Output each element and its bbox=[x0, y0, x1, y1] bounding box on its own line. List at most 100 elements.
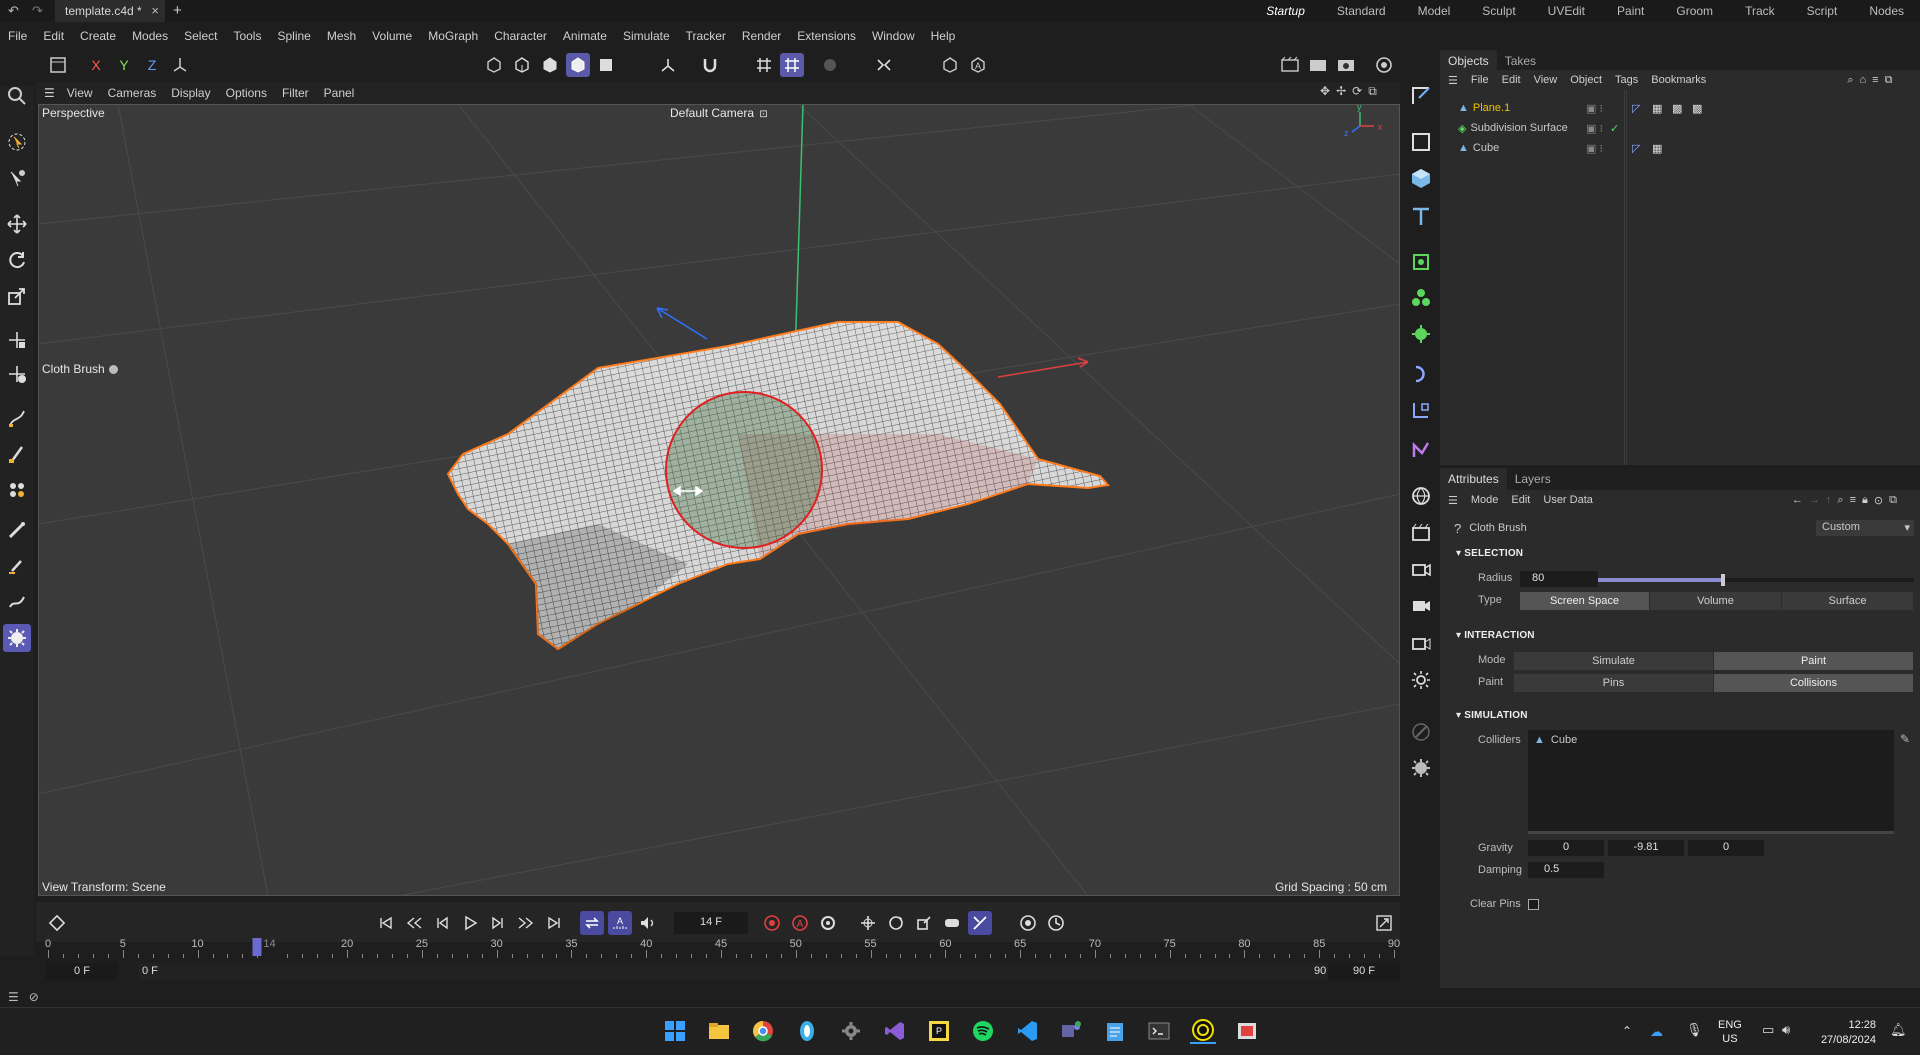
type-surface-option[interactable]: Surface bbox=[1782, 592, 1914, 610]
range-end-field[interactable]: 90 F bbox=[1328, 963, 1400, 980]
visual-studio-icon[interactable] bbox=[882, 1018, 908, 1044]
attributes-settings-icon[interactable]: ⊙ bbox=[1874, 494, 1883, 507]
viewport-menu-cameras[interactable]: Cameras bbox=[108, 86, 157, 100]
next-frame-icon[interactable] bbox=[486, 911, 510, 935]
status-menu-icon[interactable]: ☰ bbox=[8, 990, 19, 1004]
viewport-menu-view[interactable]: View bbox=[67, 86, 93, 100]
playhead[interactable] bbox=[252, 938, 262, 956]
preset-dropdown[interactable]: Custom ▾ bbox=[1816, 520, 1914, 536]
menu-modes[interactable]: Modes bbox=[124, 26, 176, 48]
gravity-z-field[interactable]: 0 bbox=[1688, 840, 1764, 856]
layout-model[interactable]: Model bbox=[1402, 0, 1467, 22]
objects-menu-icon[interactable]: ☰ bbox=[1448, 74, 1458, 87]
polygons-mode-icon[interactable] bbox=[538, 53, 562, 77]
type-screen-space-option[interactable]: Screen Space bbox=[1520, 592, 1650, 610]
light-object-icon[interactable] bbox=[1407, 666, 1435, 694]
render-active-icon[interactable] bbox=[1306, 53, 1330, 77]
enabled-check-icon[interactable]: ✓ bbox=[1610, 122, 1619, 135]
attributes-menu-user-data[interactable]: User Data bbox=[1543, 494, 1593, 506]
parameter-key-icon[interactable] bbox=[940, 911, 964, 935]
viewport-menu-filter[interactable]: Filter bbox=[282, 86, 309, 100]
interactive-render-icon[interactable] bbox=[1372, 53, 1396, 77]
redo-icon[interactable]: ↷ bbox=[32, 3, 43, 19]
damping-field[interactable]: 0.5 bbox=[1528, 862, 1604, 878]
rotation-key-icon[interactable] bbox=[884, 911, 908, 935]
dolly-view-icon[interactable]: ✢ bbox=[1336, 84, 1346, 99]
generator-icon[interactable] bbox=[1407, 248, 1435, 276]
pen-tool-icon[interactable] bbox=[3, 404, 31, 432]
objects-new-window-icon[interactable]: ⧉ bbox=[1885, 74, 1893, 87]
layout-uvedit[interactable]: UVEdit bbox=[1532, 0, 1601, 22]
deformer-icon[interactable] bbox=[1407, 360, 1435, 388]
collider-tag-icon[interactable]: ◸ bbox=[1632, 142, 1640, 155]
cinema4d-icon[interactable] bbox=[1190, 1018, 1216, 1044]
gravity-x-field[interactable]: 0 bbox=[1528, 840, 1604, 856]
timeline-ruler[interactable]: 0 5 10 20 25 30 35 40 45 50 55 60 65 70 75 80 85 90 14 bbox=[45, 938, 1400, 960]
menu-mograph[interactable]: MoGraph bbox=[420, 26, 486, 48]
expand-timeline-icon[interactable] bbox=[1372, 911, 1396, 935]
mode-settings-icon[interactable] bbox=[656, 53, 680, 77]
autokey-icon[interactable]: A bbox=[788, 911, 812, 935]
objects-menu-view[interactable]: View bbox=[1534, 74, 1558, 86]
field-object-icon[interactable] bbox=[1407, 436, 1435, 464]
objects-menu-object[interactable]: Object bbox=[1570, 74, 1602, 86]
cloth-brush-tool-icon[interactable] bbox=[3, 624, 31, 652]
visibility-dots-icon[interactable]: ▣ ⁝ bbox=[1586, 142, 1603, 155]
object-row-plane[interactable]: ▲ Plane.1 ▣ ⁝ ◸ ▦ ▩ ▩ bbox=[1440, 98, 1920, 118]
attributes-menu-edit[interactable]: Edit bbox=[1511, 494, 1530, 506]
model-mode-icon[interactable] bbox=[566, 53, 590, 77]
attributes-search-icon[interactable]: ⌕ bbox=[1837, 494, 1843, 507]
move-tool-icon[interactable] bbox=[3, 210, 31, 238]
tab-takes[interactable]: Takes bbox=[1497, 50, 1544, 70]
search-icon[interactable] bbox=[3, 82, 31, 110]
uv-mode-icon[interactable] bbox=[594, 53, 618, 77]
paint-tool-icon[interactable] bbox=[3, 552, 31, 580]
tab-layers[interactable]: Layers bbox=[1507, 468, 1559, 490]
vscode-icon[interactable] bbox=[1014, 1018, 1040, 1044]
rectangle-spline-icon[interactable] bbox=[1407, 128, 1435, 156]
objects-menu-bookmarks[interactable]: Bookmarks bbox=[1651, 74, 1706, 86]
section-simulation[interactable]: ▾ SIMULATION bbox=[1456, 710, 1528, 721]
attributes-menu-icon[interactable]: ☰ bbox=[1448, 494, 1458, 507]
grid-snap-icon[interactable] bbox=[752, 53, 776, 77]
layout-track[interactable]: Track bbox=[1729, 0, 1791, 22]
cloth-tag-icon[interactable]: ◸ bbox=[1632, 102, 1640, 115]
volume-icon[interactable]: 🔊︎ bbox=[1782, 1022, 1790, 1038]
viewport-menu-panel[interactable]: Panel bbox=[324, 86, 355, 100]
viewport-menu-icon[interactable]: ☰ bbox=[44, 86, 55, 100]
camera-label[interactable]: Default Camera ⊡ bbox=[670, 106, 768, 120]
snipping-tool-icon[interactable] bbox=[1234, 1018, 1260, 1044]
menu-select[interactable]: Select bbox=[176, 26, 225, 48]
tab-attributes[interactable]: Attributes bbox=[1440, 468, 1507, 490]
snap-magnet-icon[interactable] bbox=[698, 53, 722, 77]
back-arrow-icon[interactable]: ← bbox=[1792, 494, 1803, 506]
viewport-menu-display[interactable]: Display bbox=[171, 86, 210, 100]
menu-simulate[interactable]: Simulate bbox=[615, 26, 678, 48]
mode-paint-option[interactable]: Paint bbox=[1714, 652, 1914, 670]
live-selection-icon[interactable] bbox=[3, 164, 31, 192]
onedrive-icon[interactable]: ☁ bbox=[1650, 1024, 1663, 1040]
axis-y-button[interactable]: Y bbox=[112, 53, 136, 77]
layout-startup[interactable]: Startup bbox=[1250, 0, 1321, 22]
layout-standard[interactable]: Standard bbox=[1321, 0, 1402, 22]
object-row-subdivision[interactable]: ◈ Subdivision Surface ▣ ⁝ ✓ bbox=[1440, 118, 1920, 138]
teams-icon[interactable] bbox=[1058, 1018, 1084, 1044]
go-to-end-icon[interactable] bbox=[542, 911, 566, 935]
workplane-grid-icon[interactable] bbox=[780, 53, 804, 77]
attributes-new-window-icon[interactable]: ⧉ bbox=[1889, 494, 1897, 507]
layout-paint[interactable]: Paint bbox=[1601, 0, 1660, 22]
previous-key-icon[interactable] bbox=[402, 911, 426, 935]
axis-z-button[interactable]: Z bbox=[140, 53, 164, 77]
range-inner-start-field[interactable]: 0 F bbox=[138, 963, 1343, 980]
colliders-list[interactable]: ▲ Cube bbox=[1528, 730, 1894, 834]
objects-home-icon[interactable]: ⌂ bbox=[1859, 74, 1866, 86]
up-arrow-icon[interactable]: ↑ bbox=[1826, 494, 1832, 506]
snap-settings-icon[interactable] bbox=[3, 360, 31, 388]
settings-gear-icon[interactable] bbox=[838, 1018, 864, 1044]
menu-file[interactable]: File bbox=[0, 26, 35, 48]
clock[interactable]: 12:28 27/08/2024 bbox=[1812, 1018, 1876, 1048]
loop-icon[interactable] bbox=[580, 911, 604, 935]
spotify-icon[interactable] bbox=[970, 1018, 996, 1044]
checker-tag-icon[interactable]: ▩ bbox=[1672, 102, 1682, 115]
points-mode-icon[interactable] bbox=[482, 53, 506, 77]
